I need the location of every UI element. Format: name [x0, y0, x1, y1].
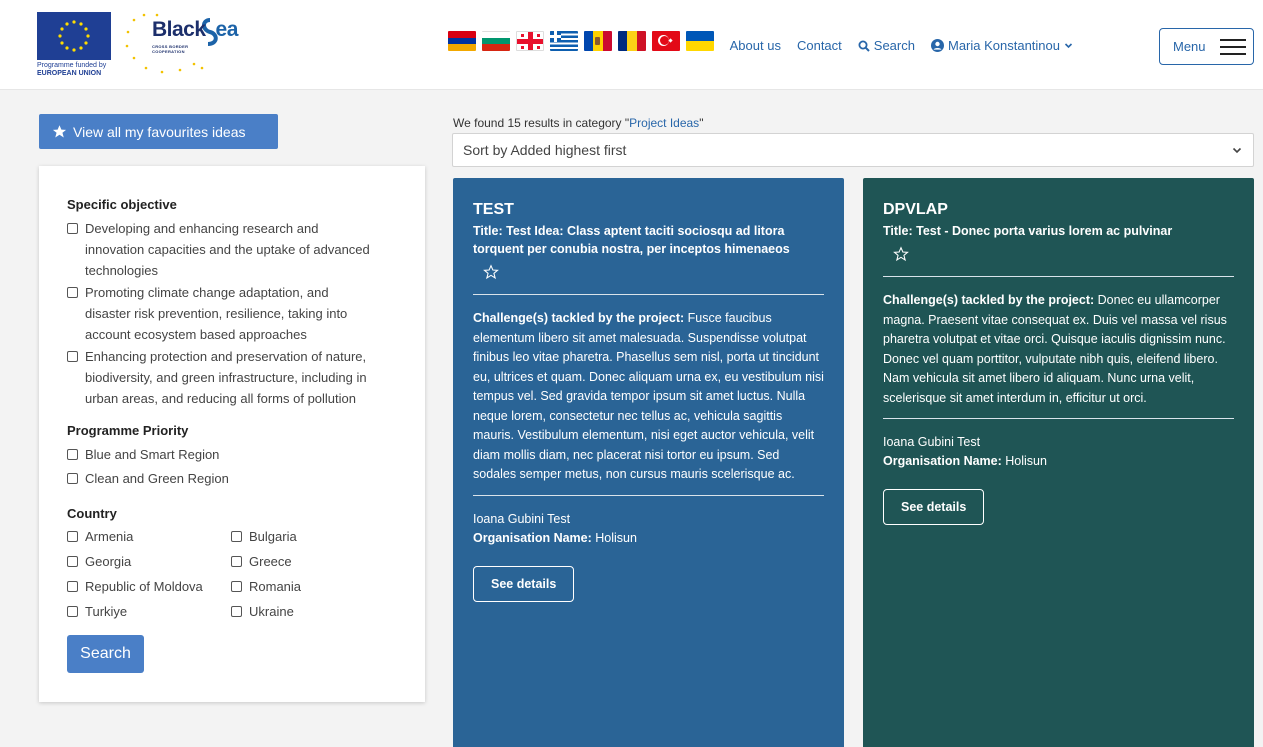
see-details-button[interactable]: See details — [883, 489, 985, 525]
nav-contact-label: Contact — [796, 38, 842, 53]
menu-label: Menu — [1173, 39, 1206, 54]
chevron-down-icon — [1064, 43, 1073, 49]
checkbox[interactable] — [231, 556, 242, 567]
idea-person: Ioana Gubini Test — [473, 511, 571, 526]
black-sea-logo[interactable]: Black ea CROSS BORDER COOPERATION — [122, 12, 238, 78]
results-category-link[interactable]: Project Ideas — [629, 116, 699, 130]
checkbox[interactable] — [67, 556, 78, 567]
checkbox[interactable] — [67, 287, 78, 298]
specific-objective-heading: Specific objective — [67, 197, 177, 212]
flag-armenia-icon[interactable] — [448, 31, 476, 51]
divider — [473, 494, 824, 496]
checkbox-country-georgia[interactable]: Georgia — [67, 551, 131, 572]
results-summary: We found 15 results in category "Project… — [453, 116, 704, 130]
nav-about-label: About us — [729, 38, 781, 53]
nav-user-menu[interactable]: Maria Konstantinou — [930, 38, 1073, 53]
eu-logo[interactable]: Programme funded by EUROPEAN UNION — [37, 12, 115, 79]
checkbox-objective-nature[interactable]: Enhancing protection and preservation of… — [67, 346, 367, 409]
favourite-star-icon[interactable] — [893, 246, 1234, 268]
flag-ukraine-icon[interactable] — [686, 31, 714, 51]
country-heading: Country — [67, 506, 117, 521]
filter-panel: Specific objective Developing and enhanc… — [39, 166, 425, 702]
flag-greece-icon[interactable] — [550, 31, 578, 51]
top-nav: About us Contact Search Maria Konstantin… — [714, 38, 1073, 53]
nav-about-us[interactable]: About us — [730, 38, 781, 53]
checkbox[interactable] — [67, 606, 78, 617]
checkbox-country-romania[interactable]: Romania — [231, 576, 301, 597]
idea-challenge: Challenge(s) tackled by the project: Don… — [883, 293, 1227, 405]
checkbox-country-ukraine[interactable]: Ukraine — [231, 601, 294, 622]
checkbox-country-bulgaria[interactable]: Bulgaria — [231, 526, 297, 547]
checkbox-priority-green[interactable]: Clean and Green Region — [67, 468, 229, 489]
checkbox[interactable] — [67, 223, 78, 234]
black-sea-logo-subtitle: CROSS BORDER COOPERATION — [152, 44, 189, 54]
checkbox[interactable] — [231, 581, 242, 592]
checkbox-priority-blue[interactable]: Blue and Smart Region — [67, 444, 219, 465]
search-button-label: Search — [80, 645, 131, 662]
idea-card: DPVLAP Title: Test - Donec porta varius … — [863, 178, 1254, 747]
chevron-down-icon — [1232, 147, 1242, 154]
flag-turkiye-icon[interactable] — [652, 31, 680, 51]
flag-romania-icon[interactable] — [618, 31, 646, 51]
checkbox[interactable] — [67, 581, 78, 592]
favourite-star-icon[interactable] — [483, 264, 824, 286]
nav-contact[interactable]: Contact — [797, 38, 842, 53]
idea-contact: Ioana Gubini Test Organisation Name: Hol… — [883, 433, 1234, 471]
divider — [473, 294, 824, 295]
hamburger-icon — [1219, 38, 1246, 55]
checkbox-country-turkiye[interactable]: Turkiye — [67, 601, 127, 622]
eu-flag-icon — [37, 12, 111, 60]
sort-select[interactable]: Sort by Added highest first — [452, 133, 1254, 167]
checkbox-country-moldova[interactable]: Republic of Moldova — [67, 576, 203, 597]
idea-acronym: DPVLAP — [883, 201, 948, 218]
checkbox[interactable] — [67, 531, 78, 542]
flag-bulgaria-icon[interactable] — [482, 31, 510, 51]
checkbox-objective-research[interactable]: Developing and enhancing research and in… — [67, 218, 370, 281]
checkbox[interactable] — [67, 351, 78, 362]
nav-user-label: Maria Konstantinou — [947, 38, 1060, 53]
programme-priority-heading: Programme Priority — [67, 423, 189, 438]
idea-organisation: Organisation Name: Holisun — [473, 530, 637, 545]
flag-moldova-icon[interactable] — [584, 31, 612, 51]
user-circle-icon — [930, 39, 944, 52]
divider — [883, 418, 1234, 419]
nav-search[interactable]: Search — [858, 38, 915, 53]
checkbox-country-armenia[interactable]: Armenia — [67, 526, 133, 547]
black-sea-logo-title: Black ea — [152, 18, 238, 41]
flag-georgia-icon[interactable] — [516, 31, 544, 51]
search-button[interactable]: Search — [67, 635, 144, 673]
idea-organisation: Organisation Name: Holisun — [883, 454, 1047, 468]
checkbox[interactable] — [67, 473, 78, 484]
see-details-button[interactable]: See details — [473, 565, 575, 602]
view-favourites-label: View all my favourites ideas — [73, 123, 246, 140]
star-icon — [52, 125, 67, 138]
site-header: Programme funded by EUROPEAN UNION Black… — [0, 0, 1263, 90]
checkbox[interactable] — [231, 606, 242, 617]
nav-search-label: Search — [873, 38, 915, 53]
idea-challenge: Challenge(s) tackled by the project: Fus… — [473, 311, 824, 481]
menu-button[interactable]: Menu — [1159, 28, 1254, 65]
checkbox[interactable] — [231, 531, 242, 542]
checkbox[interactable] — [67, 449, 78, 460]
idea-title: Title: Test Idea: Class aptent taciti so… — [473, 224, 790, 256]
search-icon — [858, 40, 870, 52]
eu-logo-text: Programme funded by EUROPEAN UNION — [37, 62, 107, 77]
view-favourites-button[interactable]: View all my favourites ideas — [39, 114, 278, 149]
idea-contact: Ioana Gubini Test Organisation Name: Hol… — [473, 510, 824, 548]
language-flags — [448, 31, 714, 51]
divider — [883, 276, 1234, 277]
idea-person: Ioana Gubini Test — [883, 435, 981, 449]
idea-card: TEST Title: Test Idea: Class aptent taci… — [453, 178, 844, 747]
checkbox-country-greece[interactable]: Greece — [231, 551, 292, 572]
checkbox-objective-climate[interactable]: Promoting climate change adaptation, and… — [67, 282, 347, 345]
idea-title: Title: Test - Donec porta varius lorem a… — [883, 224, 1173, 238]
idea-acronym: TEST — [473, 201, 514, 218]
sort-select-value: Sort by Added highest first — [463, 142, 627, 158]
